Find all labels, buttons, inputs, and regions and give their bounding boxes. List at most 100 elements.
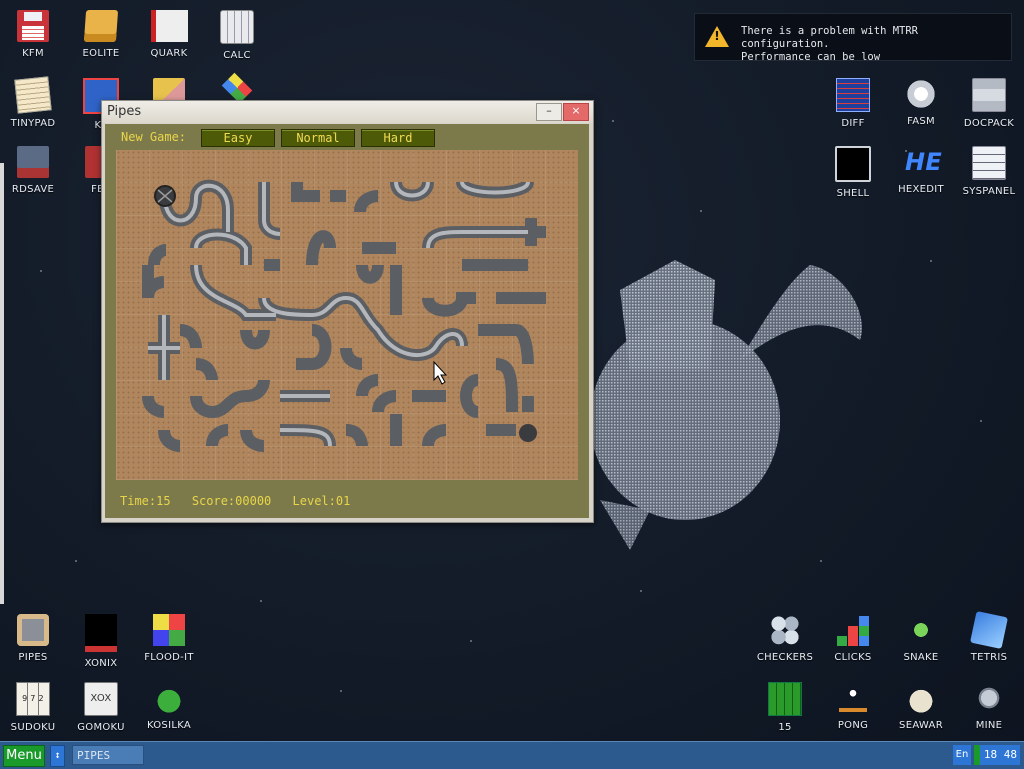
desktop-icon-label: MINE — [975, 720, 1003, 731]
blocks-icon — [837, 614, 869, 646]
checkers-icon — [769, 614, 801, 646]
pipe-drain — [519, 424, 537, 442]
cabinet-icon — [972, 78, 1006, 112]
terminal-icon — [835, 146, 871, 182]
window-titlebar[interactable]: Pipes – × — [102, 101, 593, 123]
desktop-icon-tinypad[interactable]: TINYPAD — [1, 76, 65, 129]
mtrr-warning-notification[interactable]: ! There is a problem with MTRR configura… — [694, 13, 1012, 63]
window-title: Pipes — [107, 104, 142, 119]
desktop-icon-label: FLOOD-IT — [144, 652, 194, 663]
language-indicator[interactable]: En — [953, 745, 971, 765]
pong-icon — [837, 682, 869, 714]
sudoku-icon: 9 7 2 — [16, 682, 50, 716]
folder-icon — [83, 10, 119, 42]
desktop-icon-flood-it[interactable]: FLOOD-IT — [137, 614, 201, 663]
snake-icon — [905, 614, 937, 646]
desktop-icon-checkers[interactable]: CHECKERS — [753, 614, 817, 663]
desktop-icon-label: TINYPAD — [10, 118, 56, 129]
switch-arrows-icon[interactable]: ↕ — [50, 745, 65, 767]
new-game-label: New Game: — [121, 130, 187, 144]
desktop-icon-label: HEXEDIT — [898, 184, 944, 195]
minimize-button[interactable]: – — [536, 103, 562, 121]
desktop-icon-xonix[interactable]: XONIX — [69, 614, 133, 669]
notification-line-1: There is a problem with MTRR configurati… — [741, 25, 919, 50]
desktop-icon-hexedit[interactable]: HE HEXEDIT — [889, 146, 953, 195]
desktop-icon-label: SUDOKU — [10, 722, 56, 733]
pipes-icon — [17, 614, 49, 646]
desktop-icon-sudoku[interactable]: 9 7 2 SUDOKU — [1, 682, 65, 733]
taskbar-item-pipes[interactable]: PIPES — [72, 745, 144, 765]
hard-button[interactable]: Hard — [361, 129, 435, 147]
wallpaper-planet-illustration — [590, 260, 862, 550]
fasm-icon — [905, 78, 937, 110]
desktop-icon-label: SHELL — [836, 188, 870, 199]
lawnmower-icon — [153, 682, 185, 714]
desktop-icon-snake[interactable]: SNAKE — [889, 614, 953, 663]
desktop-icon-diff[interactable]: DIFF — [821, 78, 885, 129]
calculator-icon — [220, 10, 254, 44]
menu-button[interactable]: Menu — [3, 745, 45, 767]
desktop-icon-label: CHECKERS — [756, 652, 814, 663]
normal-button[interactable]: Normal — [281, 129, 355, 147]
desktop-icon-label: FASM — [907, 116, 935, 127]
desktop-icon-label: XONIX — [84, 658, 118, 669]
desktop-icon-eolite[interactable]: EOLITE — [69, 10, 133, 59]
pipes-game-area: New Game: Easy Normal Hard Time:15 Score… — [105, 124, 589, 518]
close-button[interactable]: × — [563, 103, 589, 121]
desktop-icon-docpack[interactable]: DOCPACK — [957, 78, 1021, 129]
desktop-icon-fasm[interactable]: FASM — [889, 78, 953, 127]
desktop-icon-15[interactable]: 15 — [753, 682, 817, 733]
diff-icon — [836, 78, 870, 112]
desktop-icon-label: SYSPANEL — [962, 186, 1016, 197]
desktop-icon-label: DIFF — [841, 118, 865, 129]
desktop-icon-label: SEAWAR — [899, 720, 943, 731]
desktop-icon-label: RDSAVE — [11, 184, 55, 195]
desktop-icon-pipes[interactable]: PIPES — [1, 614, 65, 663]
desktop-icon-kosilka[interactable]: KOSILKA — [137, 682, 201, 731]
desktop-icon-label: KOSILKA — [146, 720, 192, 731]
desktop-icon-label: CLICKS — [834, 652, 872, 663]
desktop-icon-rdsave[interactable]: RDSAVE — [1, 146, 65, 195]
desktop-icon-tetris[interactable]: TETRIS — [957, 611, 1021, 663]
hex-editor-icon: HE — [905, 148, 943, 176]
cube-icon — [221, 72, 253, 104]
left-panel-edge — [0, 163, 4, 604]
mouse-cursor-icon — [433, 360, 448, 385]
desktop-icon-calc[interactable]: CALC — [205, 10, 269, 61]
desktop-icon-label: QUARK — [150, 48, 188, 59]
mine-icon — [973, 682, 1005, 714]
control-panel-icon — [972, 146, 1006, 180]
desktop-icon-gomoku[interactable]: XOX GOMOKU — [69, 682, 133, 733]
desktop-icon-seawar[interactable]: SEAWAR — [889, 682, 953, 731]
desktop-icon-mine[interactable]: MINE — [957, 682, 1021, 731]
desktop-icon-label: DOCPACK — [963, 118, 1015, 129]
desktop-icon-label: PONG — [837, 720, 869, 731]
desktop-icon-quark[interactable]: QUARK — [137, 10, 201, 59]
desktop-icon-label: GOMOKU — [77, 722, 125, 733]
desktop-icon-clicks[interactable]: CLICKS — [821, 614, 885, 663]
pipes-board[interactable] — [116, 150, 578, 480]
book-icon — [150, 10, 188, 42]
desktop-icon-shell[interactable]: SHELL — [821, 146, 885, 199]
desktop-icon-label: KFM — [22, 48, 44, 59]
fifteen-puzzle-icon — [768, 682, 802, 716]
color-grid-icon — [153, 614, 185, 646]
desktop-icon-pong[interactable]: PONG — [821, 682, 885, 731]
pipe-network[interactable] — [116, 150, 578, 480]
ship-icon — [905, 682, 937, 714]
desktop-icon-label: 15 — [778, 722, 792, 733]
desktop-icon-label: CALC — [223, 50, 251, 61]
easy-button[interactable]: Easy — [201, 129, 275, 147]
desktop-icon-syspanel[interactable]: SYSPANEL — [957, 146, 1021, 197]
desktop-icon-label: PIPES — [18, 652, 48, 663]
tetris-icon — [970, 611, 1008, 649]
time-readout: Time:15 — [120, 494, 171, 508]
clock[interactable]: 18 48 — [974, 745, 1020, 765]
level-readout: Level:01 — [292, 494, 351, 508]
notification-line-2: Performance can be low — [741, 51, 881, 63]
notepad-icon — [14, 76, 52, 114]
pipes-window[interactable]: Pipes – × New Game: Easy Normal Hard Tim… — [101, 100, 594, 523]
ramdisk-save-icon — [17, 146, 49, 178]
desktop-icon-label: TETRIS — [970, 652, 1008, 663]
desktop-icon-kfm[interactable]: KFM — [1, 10, 65, 59]
